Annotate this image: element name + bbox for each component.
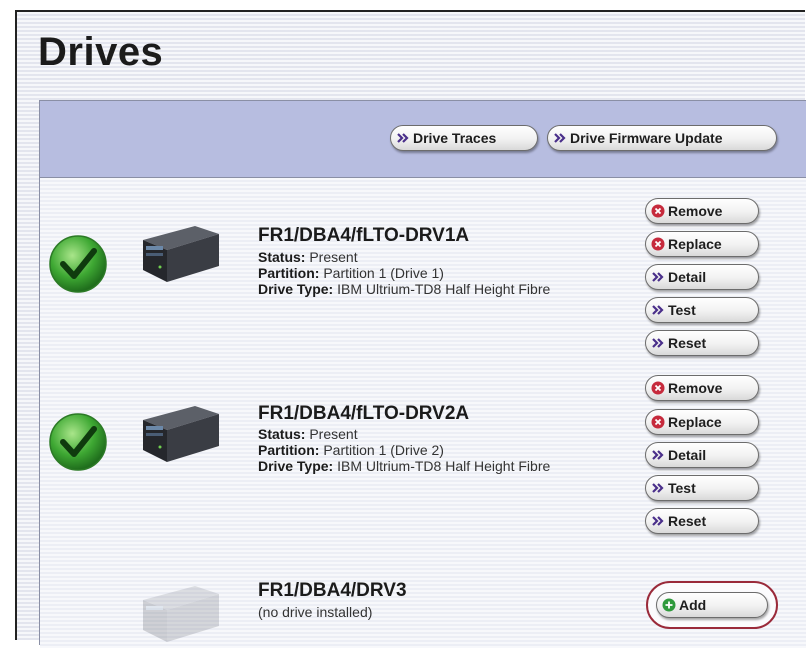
content-frame: Drives Drive Traces Drive Firmware Updat… [15,10,806,648]
remove-label: Remove [668,203,723,219]
test-label: Test [668,302,696,318]
checkmark-icon [49,413,107,471]
drives-panel: Drive Traces Drive Firmware Update [39,100,806,648]
replace-label: Replace [668,414,722,430]
drive-name: FR1/DBA4/fLTO-DRV2A [258,403,470,424]
tape-drive-icon [143,226,219,282]
remove-circle-icon [651,204,665,218]
detail-button[interactable]: Detail [645,442,759,468]
remove-button[interactable]: Remove [645,198,759,224]
drive-name: FR1/DBA4/fLTO-DRV1A [258,225,470,246]
double-chevron-right-icon [652,450,664,460]
tape-drive-icon [143,586,219,642]
add-label: Add [679,597,707,613]
drive-traces-button[interactable]: Drive Traces [390,125,538,151]
drive-firmware-update-button[interactable]: Drive Firmware Update [547,125,777,151]
reset-label: Reset [668,335,707,351]
test-label: Test [668,480,696,496]
page-title: Drives [38,30,164,74]
remove-circle-icon [651,237,665,251]
double-chevron-right-icon [554,133,566,143]
add-button[interactable]: Add [656,592,768,618]
replace-label: Replace [668,236,722,252]
status-label: Status: [258,426,306,442]
partition-value: Partition 1 (Drive 1) [323,265,444,281]
drive-details: Status: Present Partition: Partition 1 (… [258,249,638,297]
drive-type-value: IBM Ultrium-TD8 Half Height Fibre [337,281,551,297]
test-button[interactable]: Test [645,297,759,323]
replace-button[interactable]: Replace [645,409,759,435]
status-value: Present [309,249,358,265]
replace-button[interactable]: Replace [645,231,759,257]
double-chevron-right-icon [652,272,664,282]
partition-value: Partition 1 (Drive 2) [323,442,444,458]
reset-label: Reset [668,513,707,529]
drive-details: Status: Present Partition: Partition 1 (… [258,426,638,474]
drive-firmware-update-label: Drive Firmware Update [570,130,723,146]
detail-label: Detail [668,447,707,463]
checkmark-icon [49,235,107,293]
double-chevron-right-icon [652,483,664,493]
drive-type-label: Drive Type: [258,281,334,297]
drive-name: FR1/DBA4/DRV3 [258,580,407,601]
panel-toolbar: Drive Traces Drive Firmware Update [40,101,806,178]
double-chevron-right-icon [652,516,664,526]
double-chevron-right-icon [652,305,664,315]
remove-button[interactable]: Remove [645,375,759,401]
reset-button[interactable]: Reset [645,330,759,356]
status-label: Status: [258,249,306,265]
status-value: Present [309,426,358,442]
drive-note: (no drive installed) [258,604,373,620]
partition-label: Partition: [258,442,320,458]
tape-drive-icon [143,406,219,462]
remove-circle-icon [651,415,665,429]
detail-label: Detail [668,269,707,285]
double-chevron-right-icon [652,338,664,348]
reset-button[interactable]: Reset [645,508,759,534]
remove-label: Remove [668,380,723,396]
drive-type-label: Drive Type: [258,458,334,474]
drive-type-value: IBM Ultrium-TD8 Half Height Fibre [337,458,551,474]
drive-traces-label: Drive Traces [413,130,497,146]
double-chevron-right-icon [397,133,409,143]
detail-button[interactable]: Detail [645,264,759,290]
partition-label: Partition: [258,265,320,281]
add-circle-icon [662,598,676,612]
remove-circle-icon [651,381,665,395]
test-button[interactable]: Test [645,475,759,501]
